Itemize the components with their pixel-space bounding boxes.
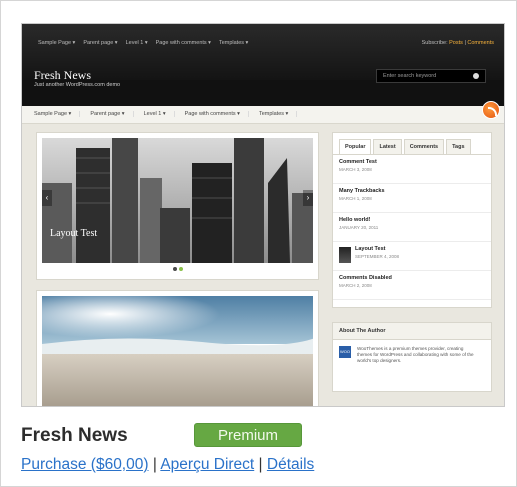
link-separator: | [258,456,263,473]
search-placeholder: Enter search keyword [383,73,437,79]
preview-nav-item: Sample Page ▾ [38,40,76,46]
subscribe-sep: | [464,40,466,46]
preview-featured-slider: Layout Test ‹ › [36,132,319,280]
slider-dot [173,267,177,271]
preview-site-tagline: Just another WordPress.com demo [34,82,121,88]
preview-nav-item: Parent page ▾ [83,40,118,46]
entry-date: SEPTEMBER 4, 2008 [355,254,400,259]
entry-title: Layout Test [355,246,386,252]
preview-sidebar-tabs: Popular Latest Comments Tags Comment Tes… [332,132,492,308]
rss-icon [482,101,500,119]
preview-site-title: Fresh News [34,68,91,82]
preview-sub-nav: Sample Page ▾ Parent page ▾ Level 1 ▾ Pa… [22,106,504,124]
preview-search-input: Enter search keyword [376,69,486,83]
preview-subscribe: Subscribe: Posts | Comments [422,40,494,46]
slide-caption: Layout Test [50,228,98,239]
entry-title: Hello world! [339,217,371,223]
preview-nav-item: Level 1 ▾ [125,40,148,46]
subscribe-posts: Posts [449,40,463,46]
purchase-link[interactable]: Purchase ($60,00) [21,456,149,473]
tab-comments: Comments [403,139,445,154]
list-item: Many Trackbacks MARCH 1, 2008 [333,184,491,213]
list-item: Hello world! JANUARY 20, 2011 [333,213,491,242]
entry-date: MARCH 2, 2008 [339,283,372,288]
tab-latest: Latest [373,139,402,154]
tab-tags: Tags [446,139,471,154]
theme-links: Purchase ($60,00) | Aperçu Direct | Déta… [21,456,314,474]
preview-post [36,290,319,406]
theme-name: Fresh News [21,425,128,446]
preview-nav-item: Page with comments ▾ [155,40,211,46]
preview-subnav-item: Page with comments ▾ [185,111,249,117]
entry-date: JANUARY 20, 2011 [339,225,379,230]
entry-title: Comments Disabled [339,275,392,281]
preview-nav-item: Templates ▾ [218,40,249,46]
city-skyline-image: Layout Test ‹ › [42,138,313,263]
entry-date: MARCH 1, 2008 [339,196,372,201]
search-icon [473,73,479,79]
beach-image [42,296,313,406]
entry-thumbnail [339,247,351,263]
slider-pagination [173,267,183,271]
entry-date: MARCH 3, 2008 [339,167,372,172]
arrow-left-icon: ‹ [42,190,52,206]
woo-logo-icon: WOO [339,346,351,358]
preview-subnav-item: Sample Page ▾ [34,111,81,117]
preview-subnav-item: Templates ▾ [259,111,298,117]
preview-top-nav: Sample Page ▾ Parent page ▾ Level 1 ▾ Pa… [38,40,248,46]
details-link[interactable]: Détails [267,456,314,473]
premium-badge: Premium [194,423,302,447]
preview-about-author: About The Author WOO WooThemes is a prem… [332,322,492,392]
list-item: Comments Disabled MARCH 2, 2008 [333,271,491,300]
entry-title: Comment Test [339,159,377,165]
list-item: Comment Test MARCH 3, 2008 [333,155,491,184]
list-item: Layout Test SEPTEMBER 4, 2008 [333,242,491,271]
preview-subnav-item: Level 1 ▾ [144,111,175,117]
link-separator: | [152,456,157,473]
preview-subnav-item: Parent page ▾ [90,111,134,117]
subscribe-comments: Comments [467,40,494,46]
slider-dot-active [179,267,183,271]
entry-title: Many Trackbacks [339,188,385,194]
author-heading: About The Author [333,323,491,340]
subscribe-label: Subscribe: [421,40,448,46]
theme-preview-thumbnail[interactable]: Sample Page ▾ Parent page ▾ Level 1 ▾ Pa… [21,23,505,407]
author-description: WooThemes is a premium themes provider, … [357,346,474,363]
live-preview-link[interactable]: Aperçu Direct [160,456,254,473]
arrow-right-icon: › [303,190,313,206]
tab-popular: Popular [339,139,372,154]
theme-card: Sample Page ▾ Parent page ▾ Level 1 ▾ Pa… [0,0,517,487]
